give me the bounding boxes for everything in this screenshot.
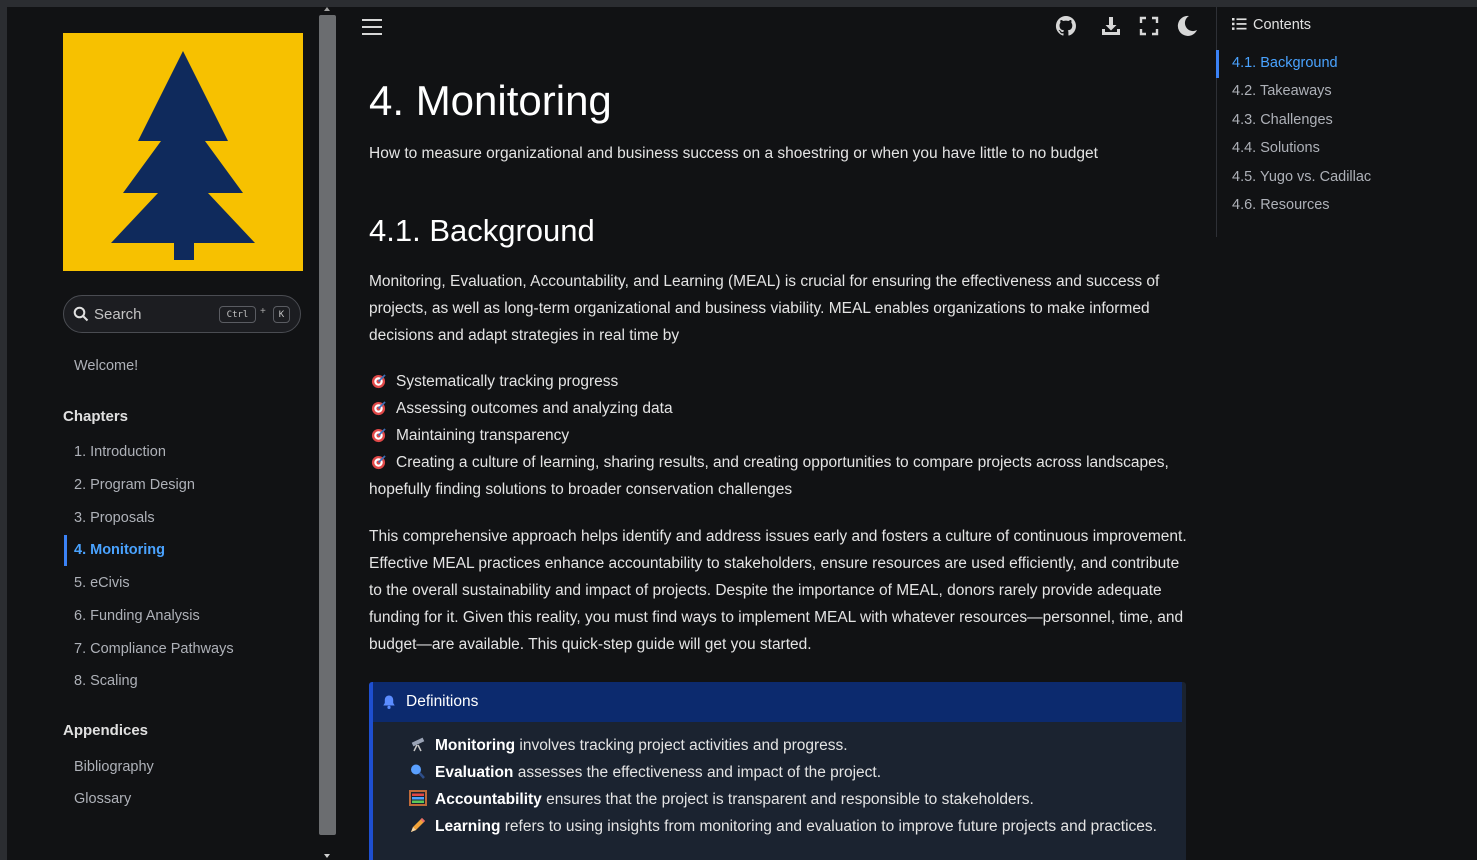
abacus-icon [409,790,427,806]
list-item: Creating a culture of learning, sharing … [369,449,1194,503]
definition-term: Monitoring [435,737,516,754]
definition-text: assesses the effectiveness and impact of… [517,764,882,781]
definition-term: Evaluation [435,764,514,781]
toc-item-takeaways[interactable]: 4.2. Takeaways [1232,83,1332,99]
sidebar-scrollbar[interactable] [319,7,336,860]
target-icon [371,455,386,470]
telescope-icon [411,737,425,752]
kbd-ctrl: Ctrl [219,306,256,323]
nav-chapter-introduction[interactable]: 1. Introduction [74,444,166,460]
toc-item-background[interactable]: 4.1. Background [1232,55,1338,71]
definition-term: Accountability [435,791,542,808]
nav-chapter-monitoring[interactable]: 4. Monitoring [74,542,165,558]
nav-chapter-compliance-pathways[interactable]: 7. Compliance Pathways [74,641,234,657]
definition-item: Monitoring involves tracking project act… [409,732,1169,759]
toc-item-resources[interactable]: 4.6. Resources [1232,197,1330,213]
toc-item-solutions[interactable]: 4.4. Solutions [1232,140,1320,156]
site-logo[interactable] [63,33,303,271]
definition-term: Learning [435,818,501,835]
toc-active-indicator [1216,50,1219,78]
toc-item-yugo-vs-cadillac[interactable]: 4.5. Yugo vs. Cadillac [1232,169,1371,185]
definition-text: involves tracking project activities and… [519,737,848,754]
kbd-k: K [273,306,290,323]
chapters-heading: Chapters [63,408,129,425]
bullet-text: Creating a culture of learning, sharing … [369,454,1169,498]
app-window: Search Ctrl + K Welcome! Chapters 1. Int… [7,7,1477,860]
toc-divider [1216,7,1217,237]
github-icon[interactable] [1054,14,1078,38]
nav-chapter-scaling[interactable]: 8. Scaling [74,673,138,689]
target-icon [371,401,386,416]
menu-icon[interactable] [362,19,382,35]
appendices-heading: Appendices [63,722,149,739]
nav-chapter-funding-analysis[interactable]: 6. Funding Analysis [74,608,200,624]
moon-icon[interactable] [1175,14,1199,38]
body-paragraph: This comprehensive approach helps identi… [369,528,1187,653]
target-icon [371,428,386,443]
bell-icon [383,695,395,709]
nav-chapter-ecivis[interactable]: 5. eCivis [74,575,130,591]
definition-item: Accountability ensures that the project … [409,786,1169,813]
scroll-up-arrow-icon[interactable] [324,7,330,11]
toc-heading-text: Contents [1253,17,1312,33]
definition-item: Learning refers to using insights from m… [409,813,1169,840]
toc-heading: Contents [1232,17,1311,33]
admonition-title: Definitions [406,693,479,710]
page-subtitle: How to measure organizational and busine… [369,145,1098,162]
definition-text: refers to using insights from monitoring… [504,818,1157,835]
section-title: 4.1. Background [369,213,595,248]
main-content: 4. Monitoring How to measure organizatio… [336,7,1216,860]
kbd-plus: + [260,306,266,317]
list-icon [1232,18,1247,30]
definitions-admonition: Definitions Monitoring involves tracking… [369,682,1186,860]
fullscreen-icon[interactable] [1137,14,1161,38]
nav-chapter-program-design[interactable]: 2. Program Design [74,477,195,493]
bullet-text: Systematically tracking progress [396,373,619,390]
definition-item: Evaluation assesses the effectiveness an… [409,759,1169,786]
list-item: Maintaining transparency [369,422,1194,449]
admonition-header: Definitions [373,682,1182,722]
nav-welcome[interactable]: Welcome! [74,358,138,374]
bullet-text: Maintaining transparency [396,427,570,444]
definition-text: ensures that the project is transparent … [546,791,1034,808]
scrollbar-thumb[interactable] [319,15,336,835]
intro-paragraph: Monitoring, Evaluation, Accountability, … [369,273,1160,344]
pencil-icon [411,818,425,832]
nav-appendix-bibliography[interactable]: Bibliography [74,759,154,775]
search-label: Search [94,306,142,323]
sidebar: Search Ctrl + K Welcome! Chapters 1. Int… [7,7,319,860]
page-title: 4. Monitoring [369,77,612,124]
download-icon[interactable] [1099,14,1123,38]
pine-tree-icon [111,51,255,260]
toc-item-challenges[interactable]: 4.3. Challenges [1232,112,1333,128]
search-input[interactable]: Search Ctrl + K [63,295,301,333]
list-item: Assessing outcomes and analyzing data [369,395,1194,422]
nav-chapter-proposals[interactable]: 3. Proposals [74,510,155,526]
nav-active-indicator [64,535,67,566]
target-icon [371,374,386,389]
scroll-down-arrow-icon[interactable] [324,854,330,858]
search-icon [73,306,89,322]
magnifier-icon [411,764,425,779]
nav-appendix-glossary[interactable]: Glossary [74,791,131,807]
bullet-text: Assessing outcomes and analyzing data [396,400,673,417]
bullet-list: Systematically tracking progress Assessi… [369,368,1194,503]
table-of-contents: Contents 4.1. Background 4.2. Takeaways … [1216,7,1477,860]
list-item: Systematically tracking progress [369,368,1194,395]
